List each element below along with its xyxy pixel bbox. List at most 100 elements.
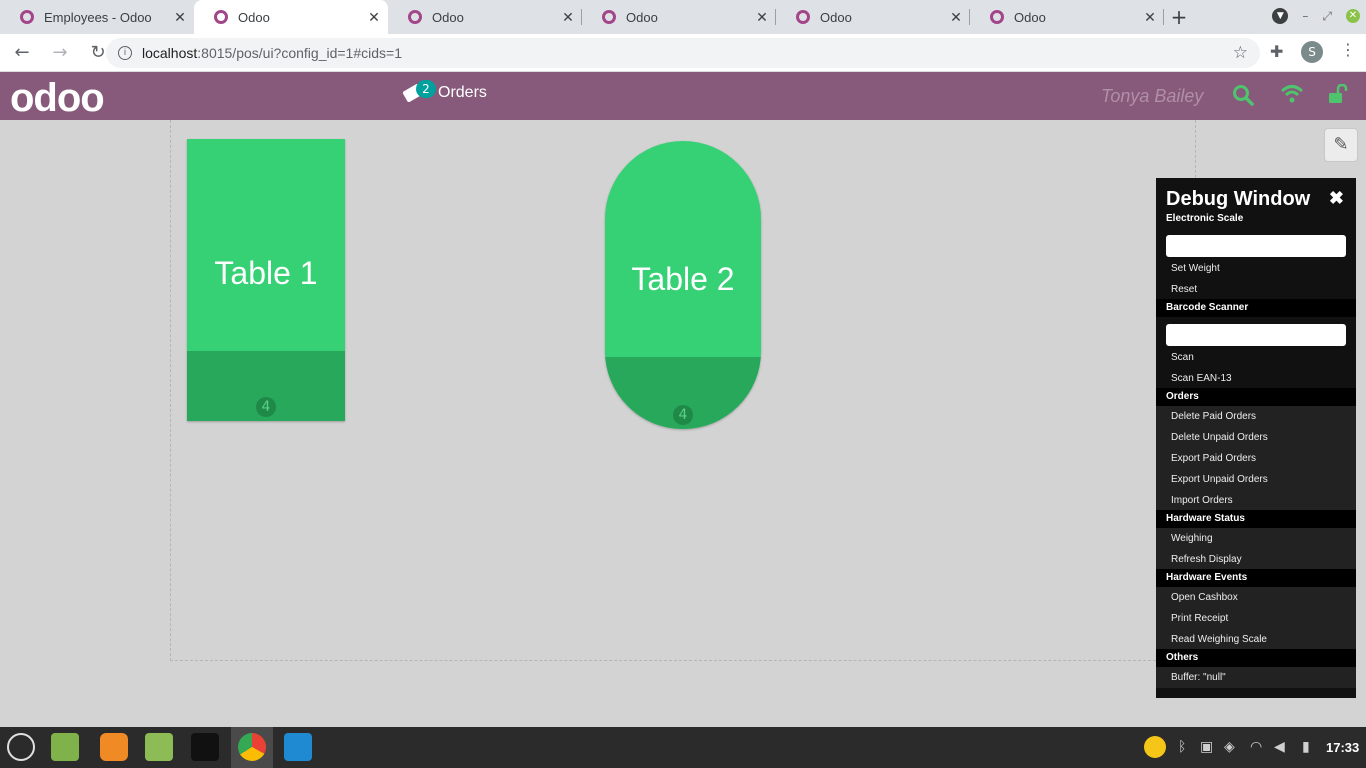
odoo-favicon-icon <box>214 10 228 24</box>
section-others: Others <box>1156 649 1356 667</box>
weighing-status[interactable]: Weighing <box>1156 528 1356 549</box>
tab-search-icon[interactable]: ▼ <box>1272 8 1289 24</box>
section-hardware-status: Hardware Status <box>1156 510 1356 528</box>
battery-icon[interactable]: ▮ <box>1302 739 1310 755</box>
minimize-icon[interactable]: – <box>1302 9 1308 23</box>
close-icon[interactable]: ✕ <box>754 9 770 25</box>
wifi-icon <box>1280 84 1304 109</box>
orders-label: Orders <box>438 84 487 101</box>
window-controls: ▼ – ⤢ ✕ <box>1272 8 1360 24</box>
weight-input[interactable] <box>1166 235 1346 257</box>
odoo-favicon-icon <box>602 10 616 24</box>
table-2[interactable]: Table 2 4 <box>605 141 761 429</box>
bookmark-star-icon[interactable]: ☆ <box>1233 43 1248 63</box>
browser-menu-icon[interactable]: ⋮ <box>1340 40 1356 59</box>
profile-avatar[interactable]: S <box>1301 41 1323 63</box>
open-cashbox-button[interactable]: Open Cashbox <box>1156 587 1356 608</box>
restore-icon[interactable]: ⤢ <box>1322 9 1332 24</box>
close-icon[interactable]: ✕ <box>172 9 188 25</box>
browser-tab[interactable]: Odoo ✕ <box>970 0 1164 34</box>
section-hardware-events: Hardware Events <box>1156 569 1356 587</box>
orders-count-badge: 2 <box>416 80 436 98</box>
import-orders-button[interactable]: Import Orders <box>1156 490 1356 511</box>
url-input[interactable]: i localhost:8015/pos/ui?config_id=1#cids… <box>106 38 1260 68</box>
extensions-puzzle-icon[interactable]: ✚ <box>1270 42 1283 61</box>
bluetooth-icon[interactable]: ᛒ <box>1178 739 1186 755</box>
mint-menu-icon[interactable] <box>7 733 35 761</box>
close-icon[interactable]: ✖ <box>1329 188 1344 209</box>
odoo-favicon-icon <box>990 10 1004 24</box>
browser-tab[interactable]: Odoo ✕ <box>582 0 776 34</box>
debug-window: Debug Window ✖ Electronic Scale Set Weig… <box>1156 178 1356 698</box>
search-icon[interactable] <box>1232 84 1254 111</box>
tab-title: Odoo <box>432 9 464 25</box>
url-path: :8015/pos/ui?config_id=1#cids=1 <box>197 45 402 61</box>
show-desktop-icon[interactable] <box>51 733 79 761</box>
pencil-icon: ✎ <box>1333 134 1349 155</box>
browser-tab[interactable]: Odoo ✕ <box>388 0 582 34</box>
tab-title: Odoo <box>626 9 658 25</box>
unlock-icon[interactable] <box>1328 83 1348 109</box>
tab-title: Odoo <box>238 9 270 25</box>
browser-tab-active[interactable]: Odoo ✕ <box>194 0 388 34</box>
odoo-favicon-icon <box>408 10 422 24</box>
browser-tab[interactable]: Odoo ✕ <box>776 0 970 34</box>
refresh-display-button[interactable]: Refresh Display <box>1156 549 1356 570</box>
delete-paid-orders-button[interactable]: Delete Paid Orders <box>1156 406 1356 427</box>
browser-tab-strip: Employees - Odoo ✕ Odoo ✕ Odoo ✕ Odoo ✕ … <box>0 0 1366 34</box>
clipboard-icon[interactable]: ▣ <box>1200 739 1213 755</box>
odoo-favicon-icon <box>20 10 34 24</box>
files-folder-icon[interactable] <box>145 733 173 761</box>
seats-count: 4 <box>256 397 276 417</box>
close-icon[interactable]: ✕ <box>948 9 964 25</box>
close-icon[interactable]: ✕ <box>366 9 382 25</box>
chrome-icon[interactable] <box>238 733 266 761</box>
vscode-icon[interactable] <box>284 733 312 761</box>
table-name: Table 1 <box>214 255 318 291</box>
table-1[interactable]: Table 1 4 <box>187 139 345 421</box>
table-footer: 4 <box>605 357 761 429</box>
read-weighing-scale-button[interactable]: Read Weighing Scale <box>1156 629 1356 650</box>
network-wifi-icon[interactable]: ◠ <box>1250 739 1262 755</box>
close-icon[interactable]: ✕ <box>560 9 576 25</box>
barcode-input[interactable] <box>1166 324 1346 346</box>
cashier-name[interactable]: Tonya Bailey <box>1101 86 1203 107</box>
shield-icon[interactable]: ◈ <box>1224 739 1235 755</box>
debug-title: Debug Window <box>1166 188 1311 210</box>
tab-title: Odoo <box>1014 9 1046 25</box>
os-taskbar: ᛒ ▣ ◈ ◠ ◀ ▮ 17:33 <box>0 727 1366 768</box>
new-tab-button[interactable]: + <box>1164 0 1194 34</box>
set-weight-button[interactable]: Set Weight <box>1156 258 1356 279</box>
close-icon[interactable]: ✕ <box>1142 9 1158 25</box>
reset-button[interactable]: Reset <box>1156 279 1356 300</box>
volume-icon[interactable]: ◀ <box>1274 739 1285 755</box>
site-info-icon[interactable]: i <box>118 46 132 60</box>
section-barcode-scanner: Barcode Scanner <box>1156 299 1356 317</box>
print-receipt-button[interactable]: Print Receipt <box>1156 608 1356 629</box>
export-paid-orders-button[interactable]: Export Paid Orders <box>1156 448 1356 469</box>
scan-button[interactable]: Scan <box>1156 347 1356 368</box>
firefox-icon[interactable] <box>100 733 128 761</box>
buffer-status: Buffer: "null" <box>1156 667 1356 688</box>
window-close-icon[interactable]: ✕ <box>1346 9 1360 23</box>
browser-tab[interactable]: Employees - Odoo ✕ <box>0 0 194 34</box>
seats-count: 4 <box>673 405 693 425</box>
edit-floor-button[interactable]: ✎ <box>1324 128 1358 162</box>
section-orders: Orders <box>1156 388 1356 406</box>
scan-ean13-button[interactable]: Scan EAN-13 <box>1156 368 1356 389</box>
odoo-logo: odoo <box>10 76 105 120</box>
tab-title: Odoo <box>820 9 852 25</box>
odoo-favicon-icon <box>796 10 810 24</box>
url-host: localhost <box>142 45 198 61</box>
update-manager-icon[interactable] <box>1144 736 1166 758</box>
address-bar: ← → ↻ i localhost:8015/pos/ui?config_id=… <box>0 34 1366 72</box>
forward-arrow-icon[interactable]: → <box>44 37 76 69</box>
terminal-icon[interactable] <box>191 733 219 761</box>
back-arrow-icon[interactable]: ← <box>6 37 38 69</box>
clock[interactable]: 17:33 <box>1326 740 1359 755</box>
section-electronic-scale: Electronic Scale <box>1166 213 1244 224</box>
tab-title: Employees - Odoo <box>44 9 152 25</box>
table-name: Table 2 <box>631 261 735 297</box>
delete-unpaid-orders-button[interactable]: Delete Unpaid Orders <box>1156 427 1356 448</box>
export-unpaid-orders-button[interactable]: Export Unpaid Orders <box>1156 469 1356 490</box>
